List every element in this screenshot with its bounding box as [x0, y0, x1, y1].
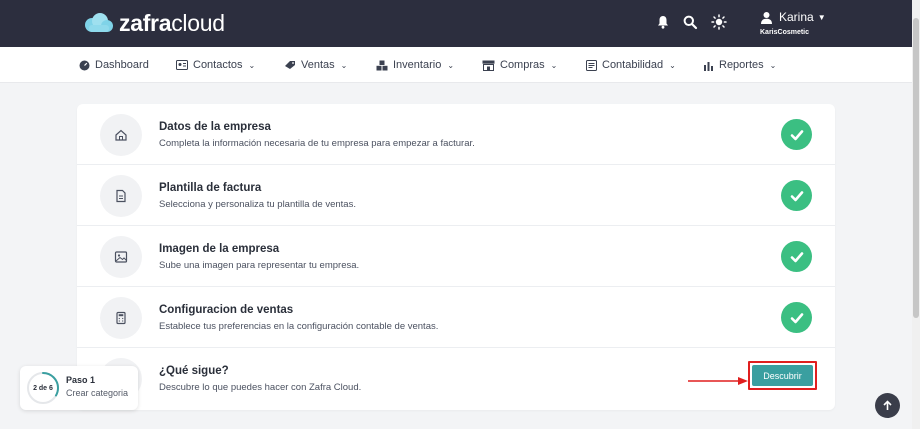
store-icon — [482, 60, 495, 71]
step-title: Imagen de la empresa — [159, 243, 280, 255]
home-icon — [100, 114, 142, 156]
dashboard-icon — [79, 60, 90, 70]
cloud-logo-icon — [85, 13, 113, 32]
nav-item-contabilidad[interactable]: Contabilidad ⌄ — [586, 47, 676, 83]
nav-item-inventario[interactable]: Inventario ⌄ — [376, 47, 454, 83]
step-imagen-empresa[interactable]: Imagen de la empresa Sube una imagen par… — [77, 226, 835, 287]
contacts-card-icon — [176, 60, 188, 70]
check-icon — [781, 241, 812, 272]
chevron-down-icon: ⌄ — [447, 60, 455, 70]
step-title: ¿Qué sigue? — [159, 365, 229, 377]
step-plantilla-factura[interactable]: Plantilla de factura Selecciona y person… — [77, 165, 835, 226]
tag-icon — [285, 61, 295, 69]
onboarding-steps-card: Datos de la empresa Completa la informac… — [77, 104, 835, 410]
step-description: Establece tus preferencias en la configu… — [159, 321, 439, 332]
progress-text: 2 de 6 — [33, 384, 53, 392]
step-title: Configuracion de ventas — [159, 304, 294, 316]
nav-item-ventas[interactable]: Ventas ⌄ — [284, 47, 347, 83]
onboarding-progress-widget[interactable]: 2 de 6 Paso 1 Crear categoria — [20, 366, 138, 410]
search-icon[interactable] — [682, 14, 698, 30]
chevron-down-icon: ⌄ — [769, 60, 777, 70]
document-icon — [100, 175, 142, 217]
step-datos-empresa[interactable]: Datos de la empresa Completa la informac… — [77, 104, 835, 165]
image-icon — [100, 236, 142, 278]
scroll-to-top-button[interactable] — [875, 393, 900, 418]
nav-item-compras[interactable]: Compras ⌄ — [482, 47, 557, 83]
chevron-down-icon: ⌄ — [248, 60, 256, 70]
arrow-right-icon — [688, 377, 748, 385]
step-description: Descubre lo que puedes hacer con Zafra C… — [159, 382, 362, 393]
step-configuracion-ventas[interactable]: Configuracion de ventas Establece tus pr… — [77, 287, 835, 348]
paso-title: Paso 1 — [66, 375, 96, 385]
main-nav: Dashboard Contactos ⌄ Ventas ⌄ Inventari… — [0, 47, 912, 83]
chevron-down-icon: ⌄ — [669, 60, 676, 70]
top-header: zafracloud Karina ▼ KarisCosmetic — [0, 0, 920, 47]
step-title: Datos de la empresa — [159, 121, 271, 133]
bar-chart-icon — [704, 61, 713, 71]
check-icon — [781, 119, 812, 150]
step-description: Sube una imagen para representar tu empr… — [159, 260, 360, 271]
nav-item-reportes[interactable]: Reportes ⌄ — [703, 47, 776, 83]
discover-button-highlight: Descubrir — [748, 361, 817, 390]
calculator-icon — [100, 297, 142, 339]
page-scrollbar[interactable] — [912, 0, 920, 429]
step-title: Plantilla de factura — [159, 182, 262, 194]
user-name: Karina — [779, 10, 814, 24]
chevron-down-icon: ⌄ — [340, 60, 348, 70]
discover-button[interactable]: Descubrir — [752, 365, 813, 386]
brand-logo[interactable]: zafracloud — [81, 9, 225, 37]
arrow-up-icon — [883, 400, 892, 410]
check-icon — [781, 302, 812, 333]
paso-subtitle: Crear categoria — [66, 388, 129, 398]
bell-icon[interactable] — [655, 14, 671, 30]
user-company: KarisCosmetic — [760, 29, 810, 36]
nav-item-contactos[interactable]: Contactos ⌄ — [176, 47, 255, 83]
check-icon — [781, 180, 812, 211]
user-menu[interactable]: Karina ▼ KarisCosmetic — [760, 10, 826, 36]
sun-icon[interactable] — [711, 14, 727, 30]
chevron-down-icon: ⌄ — [550, 60, 558, 70]
chevron-down-icon: ▼ — [817, 12, 826, 22]
scrollbar-thumb[interactable] — [913, 18, 919, 318]
boxes-icon — [376, 60, 388, 70]
nav-item-dashboard[interactable]: Dashboard — [79, 47, 149, 83]
step-description: Completa la información necesaria de tu … — [159, 138, 475, 149]
user-icon — [761, 11, 772, 24]
step-description: Selecciona y personaliza tu plantilla de… — [159, 199, 356, 210]
brand-name: zafracloud — [119, 9, 225, 36]
ledger-icon — [586, 59, 597, 71]
